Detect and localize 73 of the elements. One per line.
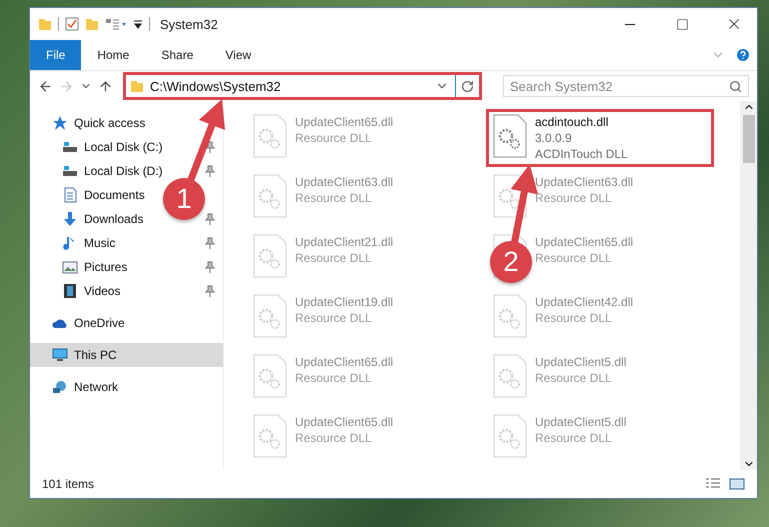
- sidebar-item[interactable]: This PC: [30, 343, 223, 367]
- download-icon: [62, 211, 78, 227]
- gear-file-icon: [493, 294, 527, 338]
- drive-icon: [62, 139, 78, 155]
- file-detail: Resource DLL: [535, 430, 613, 446]
- pin-icon[interactable]: [205, 261, 215, 273]
- view-options-icon[interactable]: [105, 17, 127, 31]
- scroll-thumb[interactable]: [742, 115, 754, 163]
- back-button[interactable]: [38, 78, 53, 94]
- sidebar-item[interactable]: Quick access: [30, 111, 152, 135]
- folder-icon: [130, 79, 144, 93]
- file-detail: Resource DLL: [295, 430, 373, 446]
- address-path: C:\Windows\System32: [150, 78, 282, 94]
- gear-file-icon: [253, 414, 287, 458]
- star-icon: [52, 115, 68, 131]
- film-icon: [62, 283, 78, 299]
- sidebar-item[interactable]: Videos: [30, 279, 126, 303]
- pin-icon[interactable]: [205, 141, 215, 153]
- ribbon-tab[interactable]: Home: [81, 40, 146, 70]
- item-count: 101 items: [42, 477, 96, 491]
- monitor-icon: [52, 347, 68, 363]
- pin-icon[interactable]: [205, 213, 215, 225]
- file-detail: Resource DLL: [295, 190, 373, 206]
- file-item[interactable]: acdintouch.dll 3.0.0.9 ACDInTouch DLL: [486, 109, 714, 167]
- refresh-icon: [461, 80, 474, 92]
- scrollbar[interactable]: [740, 101, 757, 470]
- drive-icon: [62, 163, 78, 179]
- pin-icon[interactable]: [205, 165, 215, 177]
- maximize-icon: [676, 18, 688, 30]
- sidebar-item[interactable]: Network: [30, 375, 124, 399]
- pin-icon[interactable]: [205, 285, 215, 297]
- ribbon-tab[interactable]: Share: [145, 40, 210, 70]
- large-icons-view-icon[interactable]: [729, 477, 745, 491]
- gear-file-icon: [493, 114, 527, 158]
- checkmark-icon[interactable]: [65, 17, 79, 31]
- sidebar-item[interactable]: Documents: [30, 183, 151, 207]
- gear-file-icon: [253, 294, 287, 338]
- file-detail: Resource DLL: [295, 130, 373, 146]
- file-detail: Resource DLL: [295, 310, 373, 326]
- document-icon: [62, 187, 78, 203]
- address-bar[interactable]: C:\Windows\System32: [123, 72, 482, 100]
- file-detail: Resource DLL: [535, 370, 613, 386]
- gear-file-icon: [253, 114, 287, 158]
- ribbon-tab[interactable]: File: [30, 40, 82, 70]
- file-detail: ACDInTouch DLL: [535, 146, 628, 162]
- search-icon: [729, 80, 742, 92]
- file-detail: 3.0.0.9: [535, 130, 573, 146]
- sidebar-item[interactable]: Music: [30, 231, 122, 255]
- gear-file-icon: [253, 234, 287, 278]
- sidebar-item[interactable]: Local Disk (C:): [30, 135, 169, 159]
- gear-file-icon: [253, 354, 287, 398]
- ribbon-tab[interactable]: View: [209, 40, 268, 70]
- file-detail: Resource DLL: [535, 310, 613, 326]
- up-button[interactable]: [98, 78, 113, 94]
- gear-file-icon: [493, 354, 527, 398]
- file-detail: Resource DLL: [535, 250, 613, 266]
- gear-file-icon: [493, 174, 527, 218]
- picture-icon: [62, 259, 78, 275]
- help-icon[interactable]: [735, 47, 751, 63]
- sidebar-item[interactable]: Downloads: [30, 207, 150, 231]
- file-detail: Resource DLL: [295, 250, 373, 266]
- pin-icon[interactable]: [205, 237, 215, 249]
- file-name[interactable]: acdintouch.dll: [535, 114, 628, 130]
- forward-arrow-icon: [59, 78, 74, 94]
- window-title: System32: [160, 16, 218, 32]
- sidebar-item[interactable]: Pictures: [30, 255, 134, 279]
- gear-file-icon: [493, 414, 527, 458]
- network-icon: [52, 379, 68, 395]
- file-detail: Resource DLL: [535, 190, 613, 206]
- file-detail: Resource DLL: [295, 370, 373, 386]
- search-box[interactable]: Search System32: [503, 75, 749, 97]
- gear-file-icon: [253, 174, 287, 218]
- sidebar-item[interactable]: OneDrive: [30, 311, 131, 335]
